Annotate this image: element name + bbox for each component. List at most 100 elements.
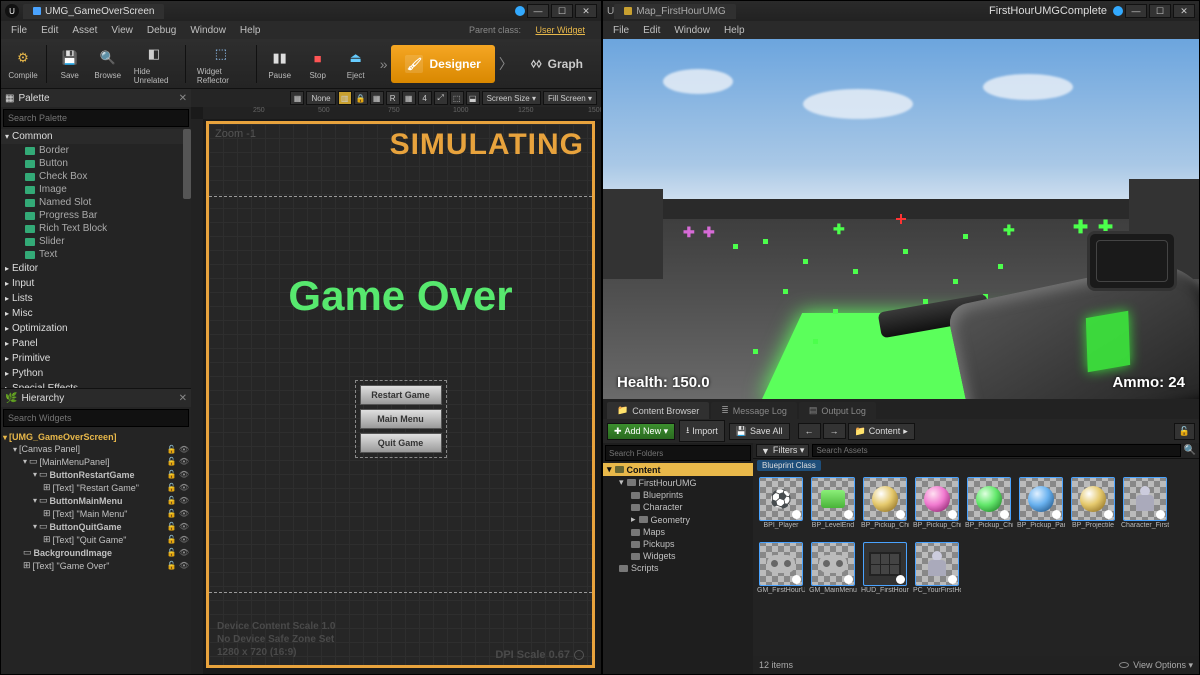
menu-asset[interactable]: Asset [66, 23, 103, 38]
assets-search-input[interactable] [812, 444, 1180, 457]
canvas-tool-button[interactable]: 4 [418, 91, 432, 105]
close-button[interactable]: ✕ [1173, 4, 1195, 18]
asset-thumbnail[interactable]: BP_Pickup_Parent [1017, 477, 1065, 538]
menu-help[interactable]: Help [718, 23, 751, 38]
game-over-text[interactable]: Game Over [209, 272, 592, 320]
asset-thumbnail[interactable]: HUD_FirstHourUMG [861, 542, 909, 603]
sources-search-input[interactable] [605, 445, 751, 461]
designer-mode-button[interactable]: 🖌Designer [391, 45, 494, 83]
menu-window[interactable]: Window [668, 23, 716, 38]
tree-row[interactable]: ⊞ [Text] "Restart Game"🔓👁 [3, 481, 189, 494]
palette-category[interactable]: ▸Primitive [1, 351, 191, 366]
tree-row[interactable]: ▾▭ ButtonMainMenu🔓👁 [3, 494, 189, 507]
save-button[interactable]: 💾Save [52, 45, 88, 82]
tree-row[interactable]: ▾▭ ButtonQuitGame🔓👁 [3, 520, 189, 533]
menu-view[interactable]: View [105, 23, 139, 38]
scrollbar-thumb[interactable] [183, 129, 191, 199]
palette-item[interactable]: Rich Text Block [1, 222, 191, 235]
stop-button[interactable]: ■Stop [300, 45, 336, 82]
canvas-tool-button[interactable]: ▦ [370, 91, 384, 105]
lock-icon[interactable]: 🔒 [354, 91, 368, 105]
lock-button[interactable]: 🔓 [1174, 423, 1195, 440]
palette-item[interactable]: Progress Bar [1, 209, 191, 222]
path-segment[interactable]: 📁Content ▸ [848, 423, 915, 440]
palette-category[interactable]: ▸Panel [1, 336, 191, 351]
menu-debug[interactable]: Debug [141, 23, 182, 38]
palette-list[interactable]: ▾Common Border Button Check Box Image Na… [1, 129, 191, 388]
source-folder[interactable]: ▸Geometry [603, 513, 753, 526]
tree-row[interactable]: ⊞ [Text] "Game Over"🔓👁 [3, 559, 189, 572]
asset-thumbnail[interactable]: BP_Pickup_Child_Health [965, 477, 1013, 538]
panel-close-icon[interactable]: ✕ [179, 393, 187, 404]
palette-category[interactable]: ▸Lists [1, 291, 191, 306]
canvas-tool-button[interactable]: ⬓ [466, 91, 480, 105]
source-folder[interactable]: Pickups [603, 538, 753, 550]
tab-output-log[interactable]: ▤Output Log [799, 402, 876, 419]
source-folder[interactable]: ▾FirstHourUMG [603, 476, 753, 489]
eye-icon[interactable]: 👁 [179, 457, 189, 466]
canvas-tool-button[interactable]: R [386, 91, 400, 105]
restart-game-button[interactable]: Restart Game [360, 385, 442, 405]
view-options-dropdown[interactable]: View Options ▾ [1133, 660, 1193, 671]
asset-thumbnail[interactable]: PC_YourFirstHour [913, 542, 961, 603]
compile-button[interactable]: ⚙Compile [5, 45, 41, 82]
source-control-icon[interactable] [515, 6, 525, 16]
quit-game-button[interactable]: Quit Game [360, 433, 442, 453]
graph-mode-button[interactable]: ⬨⬨Graph [517, 45, 597, 83]
palette-item[interactable]: Check Box [1, 170, 191, 183]
palette-category[interactable]: ▸Python [1, 366, 191, 381]
browse-button[interactable]: 🔍Browse [90, 45, 126, 82]
panel-close-icon[interactable]: ✕ [179, 93, 187, 104]
menu-edit[interactable]: Edit [637, 23, 666, 38]
search-icon[interactable]: 🔍 [1184, 445, 1196, 456]
level-tab[interactable]: Map_FirstHourUMG [614, 4, 735, 19]
palette-header[interactable]: ▦Palette✕ [1, 89, 191, 107]
asset-thumbnail[interactable]: BP_Pickup_Child_Ammo [861, 477, 909, 538]
asset-thumbnail[interactable]: BP_Pickup_Child_Damage [913, 477, 961, 538]
source-folder[interactable]: Character [603, 501, 753, 513]
palette-category[interactable]: ▸Special Effects [1, 381, 191, 388]
menu-help[interactable]: Help [234, 23, 267, 38]
maximize-button[interactable]: ☐ [551, 4, 573, 18]
eject-button[interactable]: ⏏Eject [338, 45, 374, 82]
filter-tag[interactable]: Blueprint Class [757, 460, 821, 471]
menu-edit[interactable]: Edit [35, 23, 64, 38]
palette-item[interactable]: Text [1, 248, 191, 261]
hierarchy-header[interactable]: 🌿Hierarchy✕ [1, 389, 191, 407]
asset-thumbnail[interactable]: ⚽BPI_Player [757, 477, 805, 538]
source-folder[interactable]: Maps [603, 526, 753, 538]
palette-category[interactable]: ▸Input [1, 276, 191, 291]
game-viewport[interactable]: ✚ ✚ ✚ ✚ ✚ ✚ Health: 150.0 Ammo: 24 [603, 39, 1199, 399]
canvas-tool-button[interactable]: ⤢ [434, 91, 448, 105]
pause-button[interactable]: ▮▮Pause [262, 45, 298, 82]
fill-screen-dropdown[interactable]: Fill Screen ▾ [543, 91, 597, 105]
menu-file[interactable]: File [5, 23, 33, 38]
asset-thumbnail[interactable]: GM_FirstHourUMG [757, 542, 805, 603]
source-folder[interactable]: Scripts [603, 562, 753, 574]
maximize-button[interactable]: ☐ [1149, 4, 1171, 18]
tree-row[interactable]: ⊞ [Text] "Quit Game"🔓👁 [3, 533, 189, 546]
asset-grid[interactable]: ⚽BPI_Player BP_LevelEnd BP_Pickup_Child_… [753, 473, 1199, 656]
palette-item[interactable]: Slider [1, 235, 191, 248]
document-tab[interactable]: UMG_GameOverScreen [23, 4, 164, 19]
asset-thumbnail[interactable]: GM_MainMenu [809, 542, 857, 603]
canvas-tool-button[interactable]: ▥ [338, 91, 352, 105]
import-button[interactable]: ⭳Import [679, 420, 725, 442]
tree-row[interactable]: ▭ BackgroundImage🔓👁 [3, 546, 189, 559]
canvas-viewport[interactable]: 250500750100012501500 Zoom -1 SIMULATING… [191, 107, 601, 674]
save-all-button[interactable]: 💾Save All [729, 423, 790, 440]
asset-thumbnail[interactable]: Character_FirstHourUMG [1121, 477, 1169, 538]
tree-row[interactable]: ▾[UMG_GameOverScreen] [3, 431, 189, 443]
palette-category[interactable]: ▸Editor [1, 261, 191, 276]
canvas-none-button[interactable]: None [306, 91, 335, 105]
source-folder[interactable]: ▾Content [603, 463, 753, 476]
palette-category[interactable]: ▸Misc [1, 306, 191, 321]
source-folder[interactable]: Blueprints [603, 489, 753, 501]
tree-row[interactable]: ▾[Canvas Panel]🔓👁 [3, 443, 189, 455]
canvas-tool-button[interactable]: ▦ [402, 91, 416, 105]
palette-category-common[interactable]: ▾Common [1, 129, 191, 144]
menu-file[interactable]: File [607, 23, 635, 38]
asset-thumbnail[interactable]: BP_Projectile [1069, 477, 1117, 538]
screen-size-dropdown[interactable]: Screen Size ▾ [482, 91, 541, 105]
gear-icon[interactable] [574, 650, 584, 660]
